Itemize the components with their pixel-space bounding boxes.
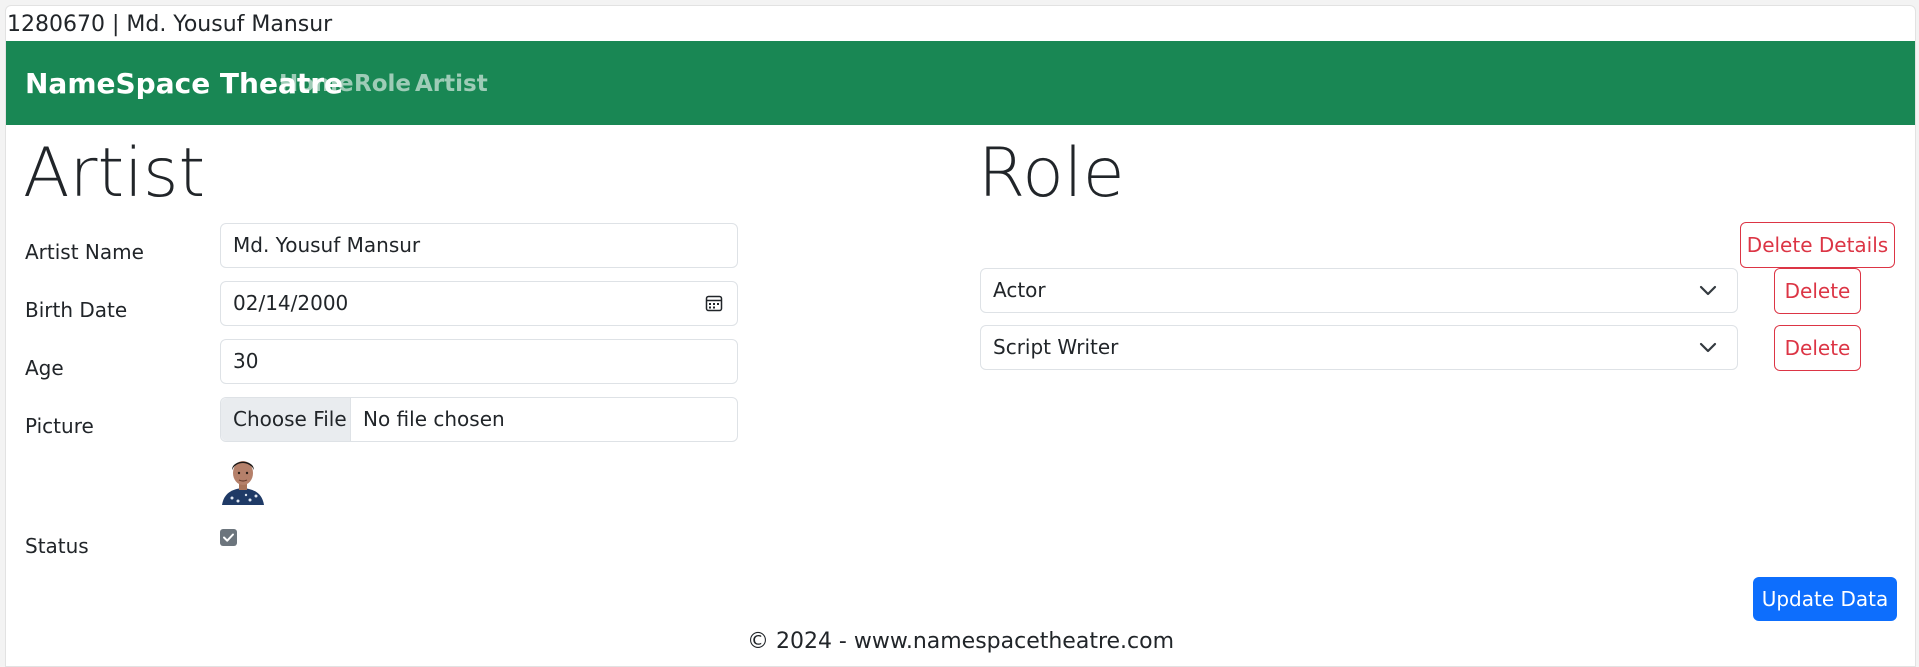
navbar: NameSpace Theatre Home Role Artist xyxy=(6,41,1915,125)
status-label: Status xyxy=(25,534,89,558)
role-select-2-value: Script Writer xyxy=(993,335,1119,359)
role-select-2[interactable]: Script Writer xyxy=(980,325,1738,370)
role-select-1[interactable]: Actor xyxy=(980,268,1738,313)
artist-avatar xyxy=(220,453,266,505)
nav-link-home[interactable]: Home xyxy=(279,70,354,98)
age-value: 30 xyxy=(233,349,259,373)
status-checkbox[interactable] xyxy=(220,529,237,546)
role-heading: Role xyxy=(978,134,1125,213)
birth-date-value: 02/14/2000 xyxy=(233,291,349,315)
delete-role-2-button[interactable]: Delete xyxy=(1774,325,1861,371)
browser-page: 1280670 | Md. Yousuf Mansur NameSpace Th… xyxy=(5,5,1916,667)
age-label: Age xyxy=(25,356,64,380)
picture-label: Picture xyxy=(25,414,94,438)
artist-name-input[interactable]: Md. Yousuf Mansur xyxy=(220,223,738,268)
birth-date-label: Birth Date xyxy=(25,298,128,322)
choose-file-button[interactable]: Choose File xyxy=(221,398,351,441)
artist-name-label: Artist Name xyxy=(25,240,144,264)
picture-file-input[interactable]: Choose File No file chosen xyxy=(220,397,738,442)
artist-name-value: Md. Yousuf Mansur xyxy=(233,233,421,257)
delete-role-1-button[interactable]: Delete xyxy=(1774,268,1861,314)
delete-details-button[interactable]: Delete Details xyxy=(1740,222,1895,268)
nav-link-role[interactable]: Role xyxy=(354,70,411,98)
calendar-icon[interactable] xyxy=(705,294,723,312)
birth-date-input[interactable]: 02/14/2000 xyxy=(220,281,738,326)
footer-text: © 2024 - www.namespacetheatre.com xyxy=(746,629,1175,654)
file-status-text: No file chosen xyxy=(363,407,505,431)
check-icon xyxy=(223,533,234,542)
chevron-down-icon xyxy=(1699,285,1717,296)
artist-heading: Artist xyxy=(23,134,206,213)
chevron-down-icon xyxy=(1699,342,1717,353)
update-data-button[interactable]: Update Data xyxy=(1753,577,1897,621)
nav-link-artist[interactable]: Artist xyxy=(415,70,488,98)
role-select-1-value: Actor xyxy=(993,278,1046,302)
age-input[interactable]: 30 xyxy=(220,339,738,384)
page-header-line: 1280670 | Md. Yousuf Mansur xyxy=(7,12,333,37)
